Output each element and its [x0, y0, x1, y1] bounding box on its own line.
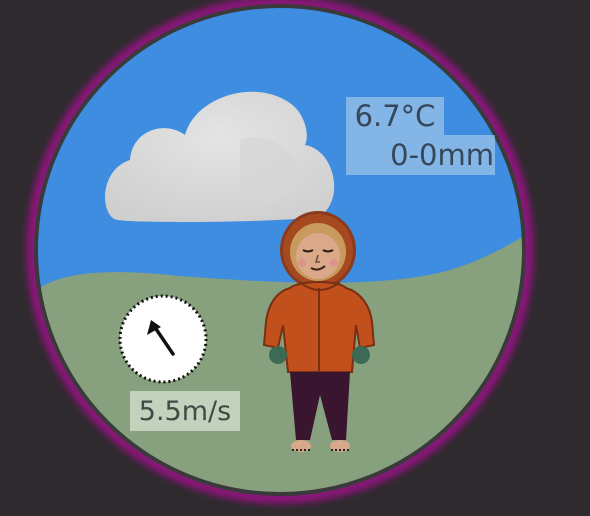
precipitation-label: 0-0mm [346, 135, 495, 175]
weather-widget: 6.7°C 0-0mm 5.5m/s [0, 0, 590, 516]
temperature-label: 6.7°C [346, 97, 444, 135]
weather-scene [18, 0, 542, 512]
wind-speed-label: 5.5m/s [130, 391, 240, 431]
wind-direction-compass [118, 294, 208, 384]
